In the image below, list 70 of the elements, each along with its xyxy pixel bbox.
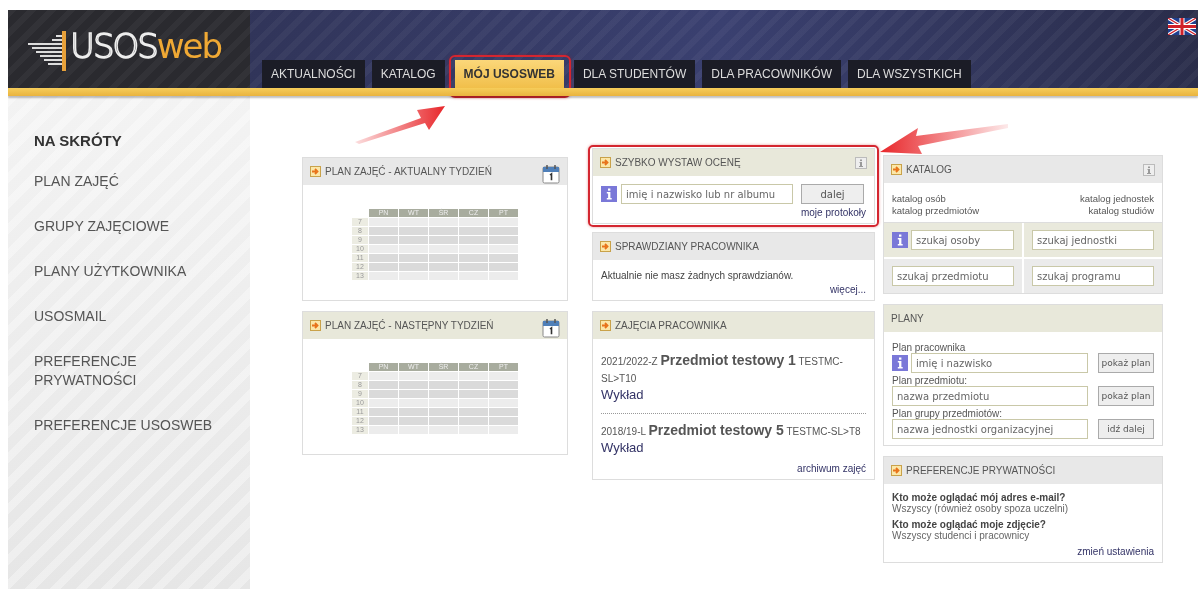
logo-icon [28,31,68,71]
panel-title[interactable]: PLAN ZAJĘĆ - AKTUALNY TYDZIEŃ [325,166,538,177]
panel-title[interactable]: PREFERENCJE PRYWATNOŚCI [906,465,1155,476]
sidebar-link[interactable]: USOSMAIL [34,307,219,326]
protocols-link[interactable]: moje protokoły [800,207,866,218]
course-title: 2021/2022-Z Przedmiot testowy 1 TESTMC-SL>T10 [601,352,844,386]
search-field[interactable]: szukaj osoby [911,230,1014,250]
nav-tab[interactable]: DLA STUDENTÓW [573,60,696,88]
info-icon [855,156,867,169]
search-field[interactable]: szukaj programu [1032,266,1154,286]
flag-icon [1168,18,1196,35]
info-icon [892,232,908,248]
plan-button[interactable]: pokaż plan [1098,353,1154,373]
search-field[interactable]: szukaj przedmiotu [892,266,1014,286]
input-field[interactable]: nazwa przedmiotu [892,386,1088,406]
panel-title[interactable]: SPRAWDZIANY PRACOWNIKA [615,241,867,252]
course-title: 2018/19-L Przedmiot testowy 5 TESTMC-SL>T8 [601,422,862,440]
panel-title[interactable]: PLAN ZAJĘĆ - NASTĘPNY TYDZIEŃ [325,320,538,331]
panel-title[interactable]: PLANY [891,313,1155,324]
nav-tab[interactable]: DLA PRACOWNIKÓW [702,60,841,88]
settings-link[interactable]: zmień ustawienia [1077,546,1154,557]
sidebar-heading: NA SKRÓTY [34,132,122,149]
nav-tab[interactable]: MÓJ USOSWEB [454,60,564,88]
info-icon [892,355,908,371]
input-field[interactable]: imię i nazwisko [911,353,1088,373]
arrow-box-icon [600,157,611,168]
more-link[interactable]: więcej... [829,284,866,295]
field-label: Plan pracownika [892,342,967,353]
privacy-question: Kto może oglądać moje zdjęcie? [892,519,1047,530]
arrow-box-icon [891,164,902,175]
catalog-link[interactable]: katalog studiów [1023,205,1154,216]
arrow-box-icon [310,166,321,177]
sidebar-link[interactable]: PLANY UŻYTKOWNIKA [34,262,219,281]
catalog-link[interactable]: katalog jednostek [1023,193,1154,204]
sidebar-link[interactable]: PREFERENCJE USOSWEB [34,416,219,435]
plan-button[interactable]: idź dalej [1098,419,1154,439]
search-field[interactable]: imię i nazwisko lub nr albumu [621,184,793,204]
privacy-question: Kto może oglądać mój adres e-mail? [892,492,1066,503]
panel-title[interactable]: SZYBKO WYSTAW OCENĘ [615,157,851,168]
info-icon [1143,163,1155,176]
field-label: Plan grupy przedmiotów: [892,408,1004,419]
course-type-link[interactable]: Wykład [601,387,866,403]
catalog-link[interactable]: katalog osób [892,193,1023,204]
catalog-link[interactable]: katalog przedmiotów [892,205,1023,216]
course-type-link[interactable]: Wykład [601,440,866,456]
field-label: Plan przedmiotu: [892,375,969,386]
arrow-box-icon [600,320,611,331]
arrow-box-icon [891,465,902,476]
next-button[interactable]: dalej [801,184,864,204]
sidebar-link[interactable]: PLAN ZAJĘĆ [34,172,219,191]
nav-tab[interactable]: KATALOG [371,60,445,88]
info-icon [601,186,617,202]
calendar-icon [542,317,560,338]
nav-tab[interactable]: AKTUALNOŚCI [262,60,365,88]
sidebar-link[interactable]: GRUPY ZAJĘCIOWE [34,217,219,236]
sidebar-link[interactable]: PREFERENCJE PRYWATNOŚCI [34,352,219,390]
panel-title[interactable]: KATALOG [906,164,1139,175]
input-field[interactable]: nazwa jednostki organizacyjnej [892,419,1088,439]
plan-button[interactable]: pokaż plan [1098,386,1154,406]
arrow-box-icon [310,320,321,331]
panel-title[interactable]: ZAJĘCIA PRACOWNIKA [615,320,867,331]
privacy-answer: Wszyscy (również osoby spoza uczelni) [892,503,1070,514]
logo-text: USOSweb [70,29,222,63]
nav-tab[interactable]: DLA WSZYSTKICH [847,60,971,88]
archive-link[interactable]: archiwum zajęć [797,463,866,474]
privacy-answer: Wszyscy studenci i pracownicy [892,530,1030,541]
calendar-icon [542,163,560,184]
info-text: Aktualnie nie masz żadnych sprawdzianów. [601,270,795,281]
search-field[interactable]: szukaj jednostki [1032,230,1154,250]
arrow-box-icon [600,241,611,252]
